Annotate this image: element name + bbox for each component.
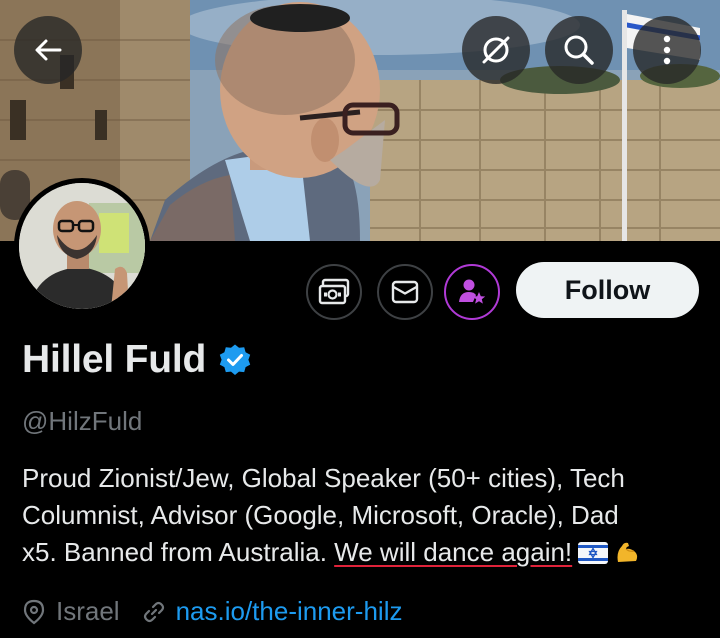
location-text: Israel <box>56 596 120 626</box>
subscribe-money-icon <box>318 278 350 305</box>
creator-subscribe-button[interactable] <box>444 264 500 320</box>
profile-page: Follow Hillel Fuld @HilzFuld Proud Zioni… <box>0 0 720 638</box>
display-name: Hillel Fuld <box>22 338 207 381</box>
verified-badge-icon[interactable] <box>218 343 252 377</box>
envelope-icon <box>391 280 419 304</box>
website-link[interactable]: nas.io/the-inner-hilz <box>176 596 403 627</box>
bio-line-2: Columnist, Advisor (Google, Microsoft, O… <box>22 500 619 530</box>
link-icon <box>142 600 166 624</box>
eye-slash-icon <box>482 36 510 64</box>
profile-meta: Israel nas.io/the-inner-hilz <box>22 596 402 627</box>
more-button[interactable] <box>633 16 701 84</box>
avatar-image <box>19 183 145 309</box>
bio-line-3: x5. Banned from Australia. We will dance… <box>22 534 712 574</box>
name-row: Hillel Fuld <box>22 338 252 382</box>
search-icon <box>564 35 594 65</box>
avatar[interactable] <box>14 178 150 314</box>
search-button[interactable] <box>545 16 613 84</box>
follow-button[interactable]: Follow <box>516 262 699 318</box>
flexed-biceps-emoji <box>614 537 640 574</box>
bio-highlight-text: We will dance again! <box>334 537 573 567</box>
location-item: Israel <box>22 596 120 627</box>
more-vertical-icon <box>663 35 671 65</box>
creator-subscribe-icon <box>459 279 486 304</box>
arrow-left-icon <box>35 39 62 61</box>
bio-line-1: Proud Zionist/Jew, Global Speaker (50+ c… <box>22 463 625 493</box>
bio-line-3-prefix: x5. Banned from Australia. <box>22 537 335 567</box>
hide-button[interactable] <box>462 16 530 84</box>
profile-bio: Proud Zionist/Jew, Global Speaker (50+ c… <box>22 460 712 574</box>
subscribe-button[interactable] <box>306 264 362 320</box>
message-button[interactable] <box>377 264 433 320</box>
location-pin-icon <box>23 599 45 624</box>
israel-flag-emoji <box>578 537 609 574</box>
back-button[interactable] <box>14 16 82 84</box>
user-handle: @HilzFuld <box>22 406 143 436</box>
